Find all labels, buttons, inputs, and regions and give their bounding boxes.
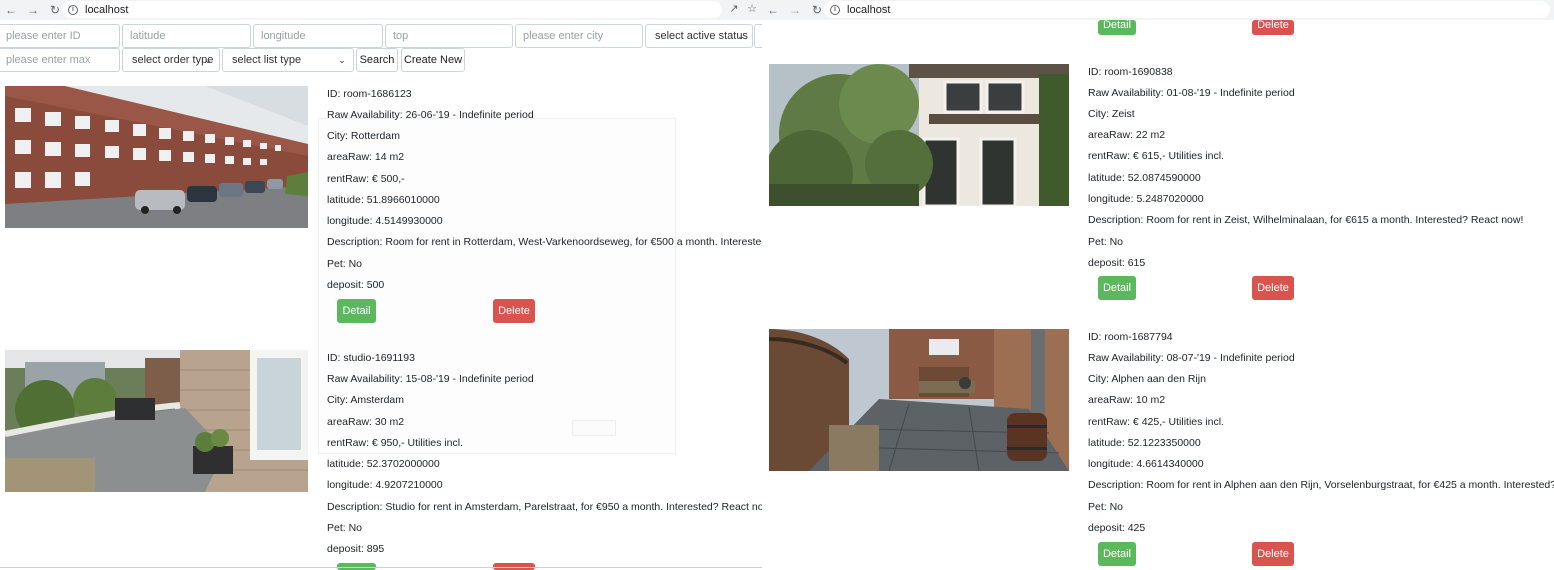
- search-button[interactable]: Search: [356, 48, 398, 72]
- back-arrow-icon[interactable]: ←: [3, 1, 19, 19]
- listing-pet: Pet: No: [1088, 236, 1124, 248]
- listing-rent: rentRaw: € 500,-: [327, 173, 405, 185]
- delete-button[interactable]: Delete: [1252, 542, 1294, 566]
- site-info-icon[interactable]: i: [68, 4, 78, 15]
- city-input[interactable]: [515, 24, 643, 48]
- forward-arrow-icon[interactable]: →: [787, 1, 803, 19]
- top-input[interactable]: [385, 24, 513, 48]
- detail-button[interactable]: Detail: [337, 299, 376, 323]
- address-text: localhost: [85, 3, 129, 16]
- listing-city: City: Zeist: [1088, 108, 1135, 120]
- browser-toolbar: ← → ↻ i localhost: [762, 0, 1554, 20]
- chevron-down-icon: ⌄: [338, 55, 346, 65]
- listing-description: Description: Room for rent in Rotterdam,…: [327, 236, 762, 248]
- listing-rent: rentRaw: € 615,- Utilities incl.: [1088, 150, 1224, 162]
- listing-deposit: deposit: 895: [327, 543, 385, 555]
- chevron-down-icon: ⌄: [737, 31, 745, 41]
- listing-availability: Raw Availability: 01-08-'19 - Indefinite…: [1088, 87, 1295, 99]
- listing-availability: Raw Availability: 26-06-'19 - Indefinite…: [327, 109, 534, 121]
- chevron-down-icon: ⌄: [204, 55, 212, 65]
- listing-description: Description: Studio for rent in Amsterda…: [327, 501, 762, 513]
- browser-toolbar: ← → ↻ i localhost ↗ ☆: [0, 0, 762, 20]
- listing-latitude: latitude: 51.8966010000: [327, 194, 440, 206]
- detail-button[interactable]: Detail: [1098, 542, 1136, 566]
- listing-availability: Raw Availability: 08-07-'19 - Indefinite…: [1088, 352, 1295, 364]
- max-input[interactable]: [0, 48, 120, 72]
- listing-longitude: longitude: 4.5149930000: [327, 215, 443, 227]
- listing-city: City: Amsterdam: [327, 394, 405, 406]
- listing-deposit: deposit: 425: [1088, 522, 1146, 534]
- create-new-button[interactable]: Create New: [401, 48, 465, 72]
- horizontal-scrollbar-track[interactable]: [0, 567, 762, 568]
- listing-photo[interactable]: [769, 64, 1069, 206]
- forward-arrow-icon[interactable]: →: [25, 1, 41, 19]
- listing-description: Description: Room for rent in Alphen aan…: [1088, 479, 1554, 491]
- listing-deposit: deposit: 500: [327, 279, 385, 291]
- listing-longitude: longitude: 5.2487020000: [1088, 193, 1204, 205]
- listing-id: ID: room-1690838: [1088, 66, 1173, 78]
- delete-button[interactable]: Delete: [1252, 276, 1294, 300]
- detail-label: Detail: [1102, 20, 1132, 31]
- address-bar[interactable]: i localhost: [62, 1, 722, 18]
- address-bar[interactable]: i localhost: [824, 1, 1550, 18]
- listing-pet: Pet: No: [1088, 501, 1124, 513]
- listing-deposit: deposit: 615: [1088, 257, 1146, 269]
- listing-id: ID: room-1686123: [327, 88, 412, 100]
- listing-photo[interactable]: [769, 329, 1069, 471]
- listing-pet: Pet: No: [327, 522, 363, 534]
- listing-latitude: latitude: 52.3702000000: [327, 458, 440, 470]
- listing-longitude: longitude: 4.9207210000: [327, 479, 443, 491]
- detail-button[interactable]: Detail: [1098, 276, 1136, 300]
- bookmark-star-icon[interactable]: ☆: [745, 2, 759, 17]
- address-text: localhost: [847, 3, 891, 16]
- order-type-select[interactable]: select order type ⌄: [122, 48, 220, 72]
- listing-photo[interactable]: [5, 86, 308, 228]
- listing-city: City: Rotterdam: [327, 130, 400, 142]
- faint-modal-button: [572, 420, 616, 436]
- listing-rent: rentRaw: € 425,- Utilities incl.: [1088, 416, 1224, 428]
- active-status-value: select active status: [655, 30, 748, 42]
- listing-longitude: longitude: 4.6614340000: [1088, 458, 1204, 470]
- listing-id: ID: studio-1691193: [327, 352, 415, 364]
- reload-icon[interactable]: ↻: [809, 1, 825, 19]
- listing-photo[interactable]: [5, 350, 308, 492]
- delete-button-cutoff[interactable]: Delete: [1252, 20, 1294, 35]
- listing-latitude: latitude: 52.1223350000: [1088, 437, 1201, 449]
- list-type-select[interactable]: select list type ⌄: [222, 48, 354, 72]
- overflow-filter-field[interactable]: [754, 24, 762, 48]
- longitude-input[interactable]: [253, 24, 383, 48]
- listing-latitude: latitude: 52.0874590000: [1088, 172, 1201, 184]
- site-info-icon[interactable]: i: [830, 4, 840, 15]
- listing-description: Description: Room for rent in Zeist, Wil…: [1088, 214, 1524, 226]
- back-arrow-icon[interactable]: ←: [765, 1, 781, 19]
- latitude-input[interactable]: [122, 24, 251, 48]
- listing-area: areaRaw: 30 m2: [327, 416, 405, 428]
- right-browser-window: ← → ↻ i localhost Detail Delete ID: room…: [762, 0, 1554, 570]
- listing-availability: Raw Availability: 15-08-'19 - Indefinite…: [327, 373, 534, 385]
- list-type-value: select list type: [232, 54, 302, 66]
- id-input[interactable]: [0, 24, 120, 48]
- listing-pet: Pet: No: [327, 258, 363, 270]
- active-status-select[interactable]: select active status ⌄: [645, 24, 753, 48]
- reload-icon[interactable]: ↻: [47, 1, 63, 19]
- listing-rent: rentRaw: € 950,- Utilities incl.: [327, 437, 463, 449]
- share-icon[interactable]: ↗: [727, 2, 741, 17]
- listing-id: ID: room-1687794: [1088, 331, 1173, 343]
- delete-label: Delete: [1257, 20, 1289, 31]
- listing-area: areaRaw: 14 m2: [327, 151, 405, 163]
- listing-area: areaRaw: 10 m2: [1088, 394, 1166, 406]
- listing-area: areaRaw: 22 m2: [1088, 129, 1166, 141]
- listing-city: City: Alphen aan den Rijn: [1088, 373, 1206, 385]
- left-browser-window: ← → ↻ i localhost ↗ ☆ select active stat…: [0, 0, 762, 570]
- delete-button[interactable]: Delete: [493, 299, 535, 323]
- detail-button-cutoff[interactable]: Detail: [1098, 20, 1136, 35]
- order-type-value: select order type: [132, 54, 214, 66]
